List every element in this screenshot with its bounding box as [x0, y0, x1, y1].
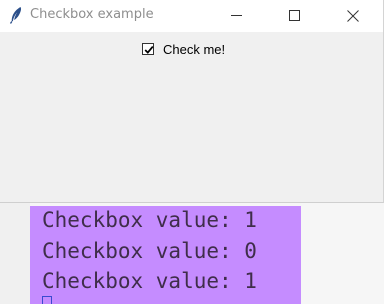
- feather-icon: [9, 7, 22, 24]
- close-button[interactable]: [330, 0, 376, 32]
- console-output: Checkbox value: 1 Checkbox value: 0 Chec…: [30, 206, 301, 304]
- maximize-icon: [289, 10, 300, 21]
- window-content: Check me!: [0, 32, 383, 203]
- title-bar[interactable]: Checkbox example: [0, 0, 383, 32]
- checkmark-icon: [144, 46, 154, 54]
- minimize-button[interactable]: [214, 0, 260, 32]
- console-gutter: [0, 203, 30, 304]
- minimize-icon: [231, 15, 242, 16]
- checkbox-label[interactable]: Check me!: [163, 42, 225, 57]
- console-line: Checkbox value: 1: [42, 208, 257, 232]
- console-line: Checkbox value: 1: [42, 269, 257, 293]
- console-line: Checkbox value: 0: [42, 239, 257, 263]
- window-title: Checkbox example: [30, 7, 154, 22]
- text-cursor: [42, 296, 52, 304]
- close-icon: [347, 10, 359, 22]
- maximize-button[interactable]: [272, 0, 318, 32]
- app-window: Checkbox example Check me!: [0, 0, 384, 203]
- checkbox-box[interactable]: [142, 43, 154, 55]
- check-me-checkbox[interactable]: Check me!: [142, 40, 225, 58]
